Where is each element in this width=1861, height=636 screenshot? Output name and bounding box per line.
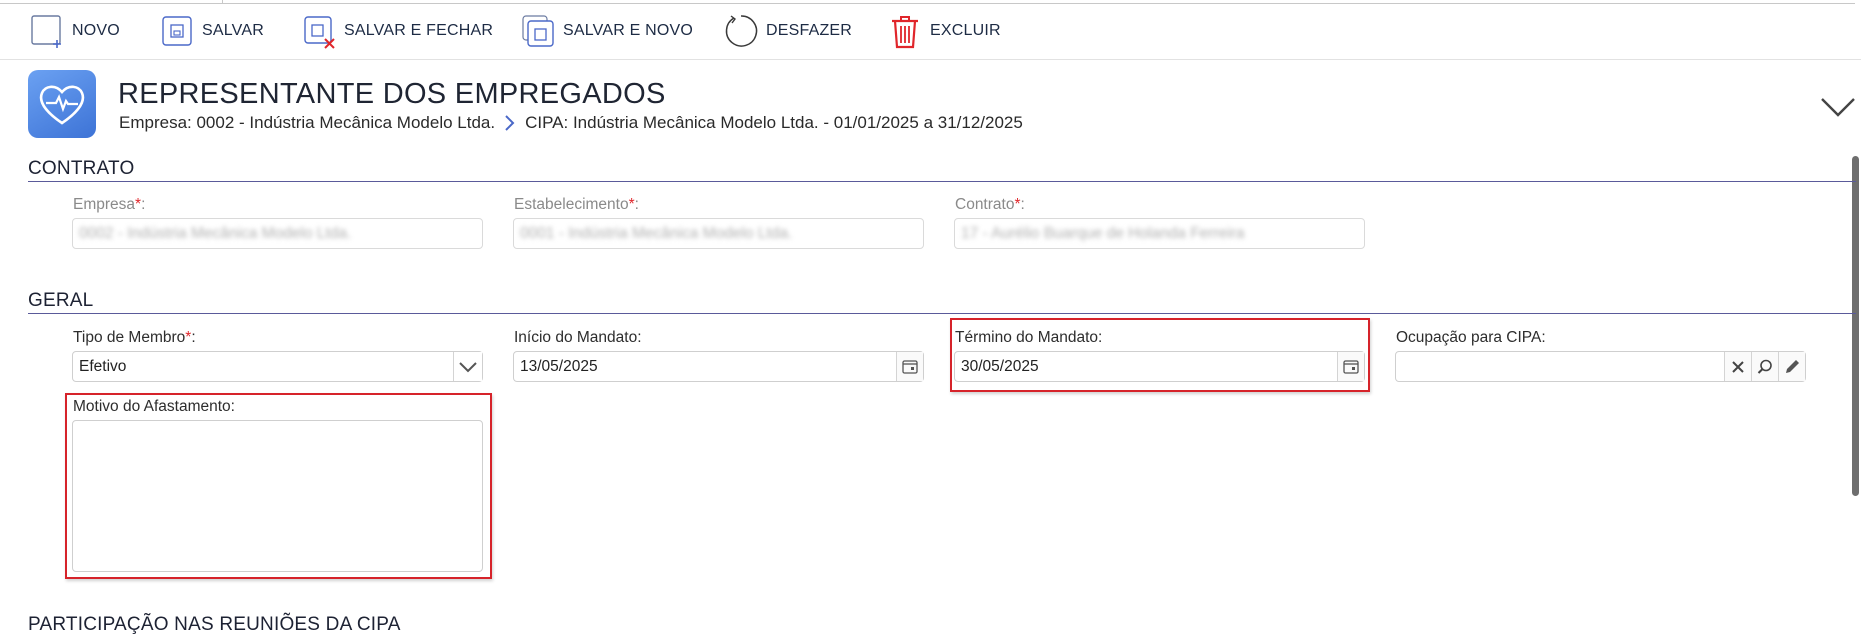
page-title: REPRESENTANTE DOS EMPREGADOS	[118, 78, 666, 110]
empresa-label: Empresa*:	[73, 196, 146, 213]
desfazer-button[interactable]: DESFAZER	[722, 13, 852, 49]
salvar-label: SALVAR	[202, 22, 264, 39]
inicio-mandato-value: 13/05/2025	[520, 357, 598, 375]
trash-icon	[886, 12, 924, 50]
chevron-right-icon	[504, 115, 516, 131]
salvar-button[interactable]: SALVAR	[158, 13, 264, 49]
excluir-button[interactable]: EXCLUIR	[886, 13, 1001, 49]
excluir-label: EXCLUIR	[930, 22, 1001, 39]
pencil-icon	[1786, 359, 1799, 373]
vertical-scrollbar[interactable]	[1852, 156, 1859, 496]
salvar-novo-label: SALVAR E NOVO	[563, 22, 694, 39]
breadcrumb-cipa[interactable]: CIPA: Indústria Mecânica Modelo Ltda. - …	[525, 113, 1023, 133]
toolbar: NOVO SALVAR SALVAR E FECHAR SALVAR E NOV…	[0, 5, 1855, 59]
estabelecimento-value: 0001 - Indústria Mecânica Modelo Ltda.	[520, 224, 793, 242]
save-close-icon	[300, 12, 338, 50]
desfazer-label: DESFAZER	[766, 22, 853, 39]
ocupacao-cipa-label: Ocupação para CIPA:	[1396, 329, 1546, 346]
section-title-geral: GERAL	[28, 290, 94, 311]
chevron-down-icon	[459, 361, 477, 372]
empresa-field[interactable]: 0002 - Indústria Mecânica Modelo Ltda.	[72, 218, 483, 249]
novo-button[interactable]: NOVO	[28, 13, 120, 49]
estabelecimento-label: Estabelecimento*:	[514, 196, 639, 213]
active-tab-outline	[0, 0, 223, 3]
section-divider	[28, 313, 1856, 314]
breadcrumb: Empresa: 0002 - Indústria Mecânica Model…	[119, 113, 1023, 133]
top-tab-strip	[0, 0, 1855, 4]
section-title-participacao: PARTICIPAÇÃO NAS REUNIÕES DA CIPA	[28, 614, 401, 635]
toolbar-divider	[0, 59, 1861, 60]
tipo-membro-select[interactable]: Efetivo	[72, 351, 483, 382]
breadcrumb-empresa[interactable]: Empresa: 0002 - Indústria Mecânica Model…	[119, 113, 495, 133]
heart-pulse-logo-icon	[28, 70, 96, 138]
highlight-termino-mandato	[950, 318, 1370, 392]
inicio-mandato-input[interactable]: 13/05/2025	[513, 351, 924, 382]
save-icon	[158, 12, 196, 50]
undo-icon	[722, 12, 760, 50]
chevron-down-icon	[1821, 98, 1855, 117]
salvar-novo-button[interactable]: SALVAR E NOVO	[519, 13, 693, 49]
section-title-contrato: CONTRATO	[28, 158, 135, 179]
empresa-value: 0002 - Indústria Mecânica Modelo Ltda.	[79, 224, 352, 242]
ocupacao-cipa-input[interactable]	[1395, 351, 1806, 382]
tipo-membro-value: Efetivo	[79, 357, 127, 375]
salvar-fechar-button[interactable]: SALVAR E FECHAR	[300, 13, 493, 49]
section-divider	[28, 181, 1856, 182]
contrato-field[interactable]: 17 - Aurélio Buarque de Holanda Ferreira	[954, 218, 1365, 249]
new-document-icon	[28, 12, 66, 50]
save-new-icon	[519, 12, 557, 50]
clear-x-icon	[1732, 360, 1744, 373]
salvar-fechar-label: SALVAR E FECHAR	[344, 22, 494, 39]
clear-ocupacao-button[interactable]	[1724, 352, 1751, 381]
edit-ocupacao-button[interactable]	[1778, 352, 1805, 381]
inicio-calendar-button[interactable]	[896, 352, 923, 381]
estabelecimento-field[interactable]: 0001 - Indústria Mecânica Modelo Ltda.	[513, 218, 924, 249]
search-icon	[1757, 359, 1772, 374]
contrato-value: 17 - Aurélio Buarque de Holanda Ferreira	[961, 224, 1245, 242]
collapse-header-button[interactable]	[1820, 95, 1860, 131]
highlight-motivo-afastamento	[65, 393, 492, 579]
search-ocupacao-button[interactable]	[1751, 352, 1778, 381]
contrato-label: Contrato*:	[955, 196, 1025, 213]
tipo-membro-dropdown-button[interactable]	[453, 352, 482, 381]
novo-label: NOVO	[72, 22, 120, 39]
inicio-mandato-label: Início do Mandato:	[514, 329, 642, 346]
calendar-icon	[902, 359, 918, 374]
tipo-membro-label: Tipo de Membro*:	[73, 329, 196, 346]
